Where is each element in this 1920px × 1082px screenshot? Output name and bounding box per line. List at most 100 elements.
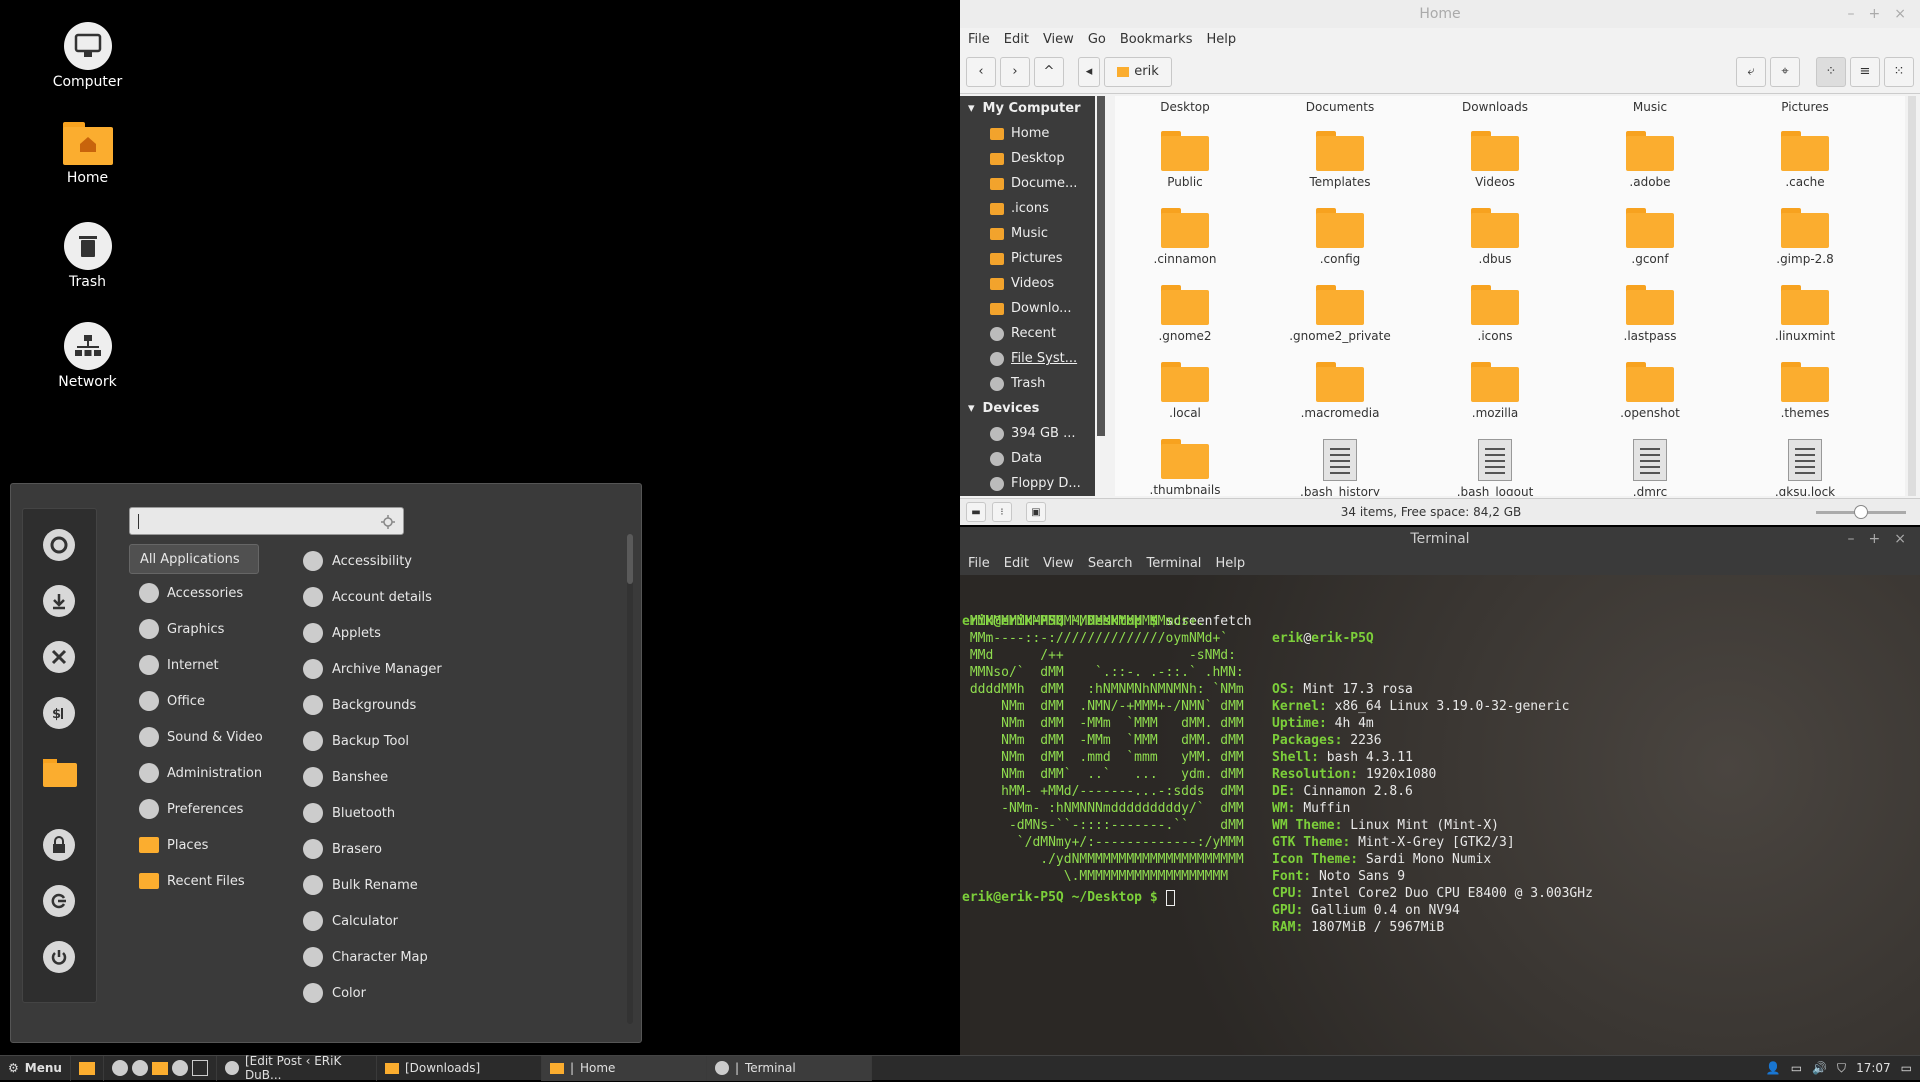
volume-icon[interactable]: 🔊 bbox=[1812, 1061, 1827, 1075]
sidebar-item-device[interactable]: 394 GB ... bbox=[960, 421, 1095, 446]
app-item[interactable]: Character Map bbox=[303, 942, 428, 972]
file-item[interactable]: .bash_logout bbox=[1425, 439, 1565, 496]
sidebar-item-videos[interactable]: Videos bbox=[960, 271, 1095, 296]
menu-scrollbar[interactable] bbox=[627, 534, 633, 1024]
folder-item[interactable]: .gnome2 bbox=[1115, 285, 1255, 343]
close-icon[interactable]: × bbox=[1894, 6, 1906, 22]
folder-item[interactable]: .gimp-2.8 bbox=[1735, 208, 1875, 266]
folder-item[interactable]: .themes bbox=[1735, 362, 1875, 420]
menu-button[interactable]: ⚙ Menu bbox=[0, 1055, 71, 1081]
app-item[interactable]: Bulk Rename bbox=[303, 870, 418, 900]
file-item[interactable]: .bash_history bbox=[1270, 439, 1410, 496]
menu-view[interactable]: View bbox=[1043, 32, 1074, 47]
category-sound-video[interactable]: Sound & Video bbox=[129, 722, 329, 752]
folder-item[interactable]: Videos bbox=[1425, 131, 1565, 189]
folder-item[interactable]: .config bbox=[1270, 208, 1410, 266]
sidebar-item-icons[interactable]: .icons bbox=[960, 196, 1095, 221]
clock[interactable]: 17:07 bbox=[1856, 1061, 1891, 1075]
toggle-location-button[interactable]: ⤶ bbox=[1736, 56, 1766, 87]
sidebar-item-music[interactable]: Music bbox=[960, 221, 1095, 246]
sidebar-scrollbar[interactable] bbox=[1097, 96, 1105, 436]
shield-icon[interactable]: ⛉ bbox=[1837, 1061, 1846, 1076]
lock-icon[interactable] bbox=[43, 829, 75, 861]
category-all-applications[interactable]: All Applications bbox=[129, 544, 259, 574]
folder-item[interactable]: .linuxmint bbox=[1735, 285, 1875, 343]
sidebar-section-devices[interactable]: ▾ Devices bbox=[960, 396, 1095, 421]
folder-icon[interactable] bbox=[43, 759, 77, 787]
compact-view-button[interactable]: ⁙ bbox=[1884, 56, 1914, 87]
desktop-icon-computer[interactable]: Computer bbox=[50, 22, 125, 90]
sidebar-item-home[interactable]: Home bbox=[960, 121, 1095, 146]
window-button-home[interactable]: | Home bbox=[541, 1055, 707, 1081]
menu-go[interactable]: Go bbox=[1088, 32, 1106, 47]
media-launcher-icon[interactable] bbox=[171, 1060, 188, 1076]
folder-item[interactable]: .macromedia bbox=[1270, 362, 1410, 420]
category-office[interactable]: Office bbox=[129, 686, 329, 716]
app-item[interactable]: Accessibility bbox=[303, 546, 412, 576]
minimize-icon[interactable]: – bbox=[1848, 531, 1855, 547]
app-item[interactable]: Applets bbox=[303, 618, 381, 648]
folder-item[interactable]: .cinnamon bbox=[1115, 208, 1255, 266]
zoom-slider-handle[interactable] bbox=[1854, 504, 1868, 519]
category-administration[interactable]: Administration bbox=[129, 758, 329, 788]
path-button-erik[interactable]: erik bbox=[1104, 56, 1172, 87]
window-button-browser[interactable]: [Edit Post ‹ ERiK DuB... bbox=[217, 1054, 377, 1082]
folder-item[interactable]: .adobe bbox=[1580, 131, 1720, 189]
dollar-launcher-icon[interactable] bbox=[131, 1060, 148, 1076]
up-button[interactable]: ^ bbox=[1034, 56, 1064, 87]
category-preferences[interactable]: Preferences bbox=[129, 794, 329, 824]
menu-search[interactable]: Search bbox=[1088, 556, 1133, 571]
app-item[interactable]: Color bbox=[303, 978, 366, 1008]
sidebar-item-downloads[interactable]: Downlo... bbox=[960, 296, 1095, 321]
menu-help[interactable]: Help bbox=[1215, 556, 1245, 571]
desktop-icon-network[interactable]: Network bbox=[50, 322, 125, 390]
category-internet[interactable]: Internet bbox=[129, 650, 329, 680]
menu-terminal[interactable]: Terminal bbox=[1146, 556, 1201, 571]
category-accessories[interactable]: Accessories bbox=[129, 578, 329, 608]
menu-edit[interactable]: Edit bbox=[1004, 32, 1029, 47]
folder-item[interactable]: .lastpass bbox=[1580, 285, 1720, 343]
folder-item[interactable]: .gconf bbox=[1580, 208, 1720, 266]
firefox-launcher-icon[interactable] bbox=[111, 1060, 128, 1076]
show-desktop-button[interactable] bbox=[71, 1055, 104, 1081]
app-item[interactable]: Brasero bbox=[303, 834, 382, 864]
download-icon[interactable] bbox=[43, 585, 75, 617]
window-button-terminal[interactable]: | Terminal bbox=[706, 1055, 872, 1081]
sidebar-section-my-computer[interactable]: ▾ My Computer bbox=[960, 96, 1095, 121]
menu-file[interactable]: File bbox=[968, 556, 990, 571]
folder-item[interactable]: .gnome2_private bbox=[1270, 285, 1410, 343]
icon-view-button[interactable]: ⁘ bbox=[1816, 56, 1846, 87]
folder-item[interactable]: Public bbox=[1115, 131, 1255, 189]
menu-edit[interactable]: Edit bbox=[1004, 556, 1029, 571]
folder-item[interactable]: .openshot bbox=[1580, 362, 1720, 420]
sidebar-item-documents[interactable]: Docume... bbox=[960, 171, 1095, 196]
menu-bookmarks[interactable]: Bookmarks bbox=[1120, 32, 1193, 47]
close-icon[interactable]: × bbox=[1894, 531, 1906, 547]
app-item[interactable]: Bluetooth bbox=[303, 798, 395, 828]
minimize-icon[interactable]: – bbox=[1848, 6, 1855, 22]
window-button-downloads[interactable]: [Downloads] bbox=[377, 1055, 542, 1081]
path-left-button[interactable]: ◂ bbox=[1078, 56, 1100, 87]
show-treeview-button[interactable]: ⁝ bbox=[992, 502, 1012, 522]
maximize-icon[interactable]: + bbox=[1869, 531, 1881, 547]
sidebar-item-filesystem[interactable]: File Syst... bbox=[960, 346, 1095, 371]
user-icon[interactable]: 👤 bbox=[1766, 1061, 1781, 1075]
folder-item[interactable]: .thumbnails bbox=[1115, 439, 1255, 496]
back-button[interactable]: ‹ bbox=[966, 56, 996, 87]
sidebar-item-device[interactable]: Data bbox=[960, 446, 1095, 471]
search-field[interactable] bbox=[129, 507, 404, 535]
app-item[interactable]: Backgrounds bbox=[303, 690, 416, 720]
menu-file[interactable]: File bbox=[968, 32, 990, 47]
folder-item[interactable]: .icons bbox=[1425, 285, 1565, 343]
file-item[interactable]: .gksu.lock bbox=[1735, 439, 1875, 496]
show-places-button[interactable]: ▬ bbox=[966, 502, 986, 522]
dollar-icon[interactable]: $ bbox=[43, 697, 75, 729]
folder-item[interactable]: .dbus bbox=[1425, 208, 1565, 266]
sidebar-item-pictures[interactable]: Pictures bbox=[960, 246, 1095, 271]
hide-sidebar-button[interactable]: ▣ bbox=[1026, 502, 1046, 522]
screenshot-launcher-icon[interactable] bbox=[191, 1060, 208, 1076]
list-view-button[interactable]: ≡ bbox=[1850, 56, 1880, 87]
zoom-slider[interactable] bbox=[1816, 504, 1906, 519]
category-places[interactable]: Places bbox=[129, 830, 329, 860]
notification-icon[interactable]: ▭ bbox=[1901, 1061, 1912, 1075]
